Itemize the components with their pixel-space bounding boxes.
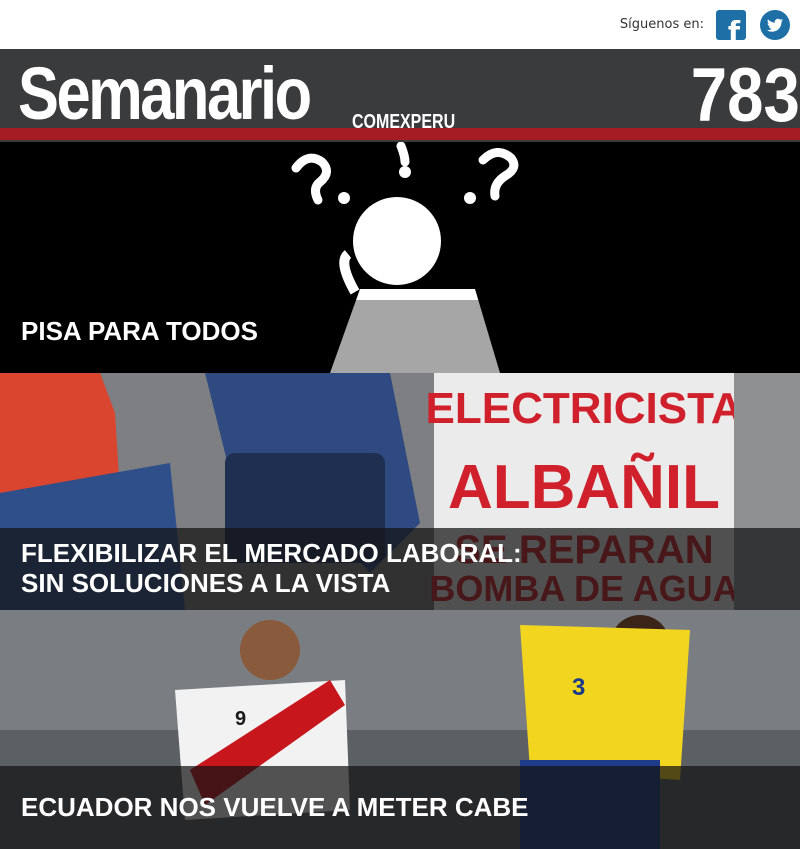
social-bar: Síguenos en: f — [0, 0, 800, 49]
story-card-mercado-laboral[interactable]: ELECTRICISTA ALBAÑIL SE REPARAN BOMBA DE… — [0, 373, 800, 610]
jersey-number-peru: 9 — [235, 708, 246, 730]
story-card-ecuador[interactable]: 9 3 ECUADOR NOS VUELVE A METER CABE — [0, 610, 800, 849]
story-card-pisa[interactable]: PISA PARA TODOS — [0, 142, 800, 373]
masthead-title: Semanario — [18, 52, 312, 135]
sign-line-1: ELECTRICISTA — [426, 384, 743, 433]
twitter-icon[interactable] — [760, 10, 790, 40]
jersey-number-ecuador: 3 — [572, 674, 585, 701]
story-caption: PISA PARA TODOS — [0, 300, 800, 373]
story-caption: FLEXIBILIZAR EL MERCADO LABORAL: SIN SOL… — [0, 528, 800, 610]
story-headline: ECUADOR NOS VUELVE A METER CABE — [21, 792, 529, 822]
story-headline-line-1: FLEXIBILIZAR EL MERCADO LABORAL: — [21, 538, 522, 568]
masthead: Semanario COMEXPERU 783 — [0, 49, 800, 142]
story-headline: PISA PARA TODOS — [21, 316, 258, 346]
masthead-brand: COMEXPERU — [352, 111, 456, 133]
story-caption: ECUADOR NOS VUELVE A METER CABE — [0, 766, 800, 849]
issue-number: 783 — [690, 53, 800, 138]
story-headline-line-2: SIN SOLUCIONES A LA VISTA — [21, 568, 391, 598]
follow-label: Síguenos en: — [619, 17, 704, 32]
facebook-icon[interactable]: f — [716, 10, 746, 40]
sign-line-2: ALBAÑIL — [448, 453, 720, 522]
